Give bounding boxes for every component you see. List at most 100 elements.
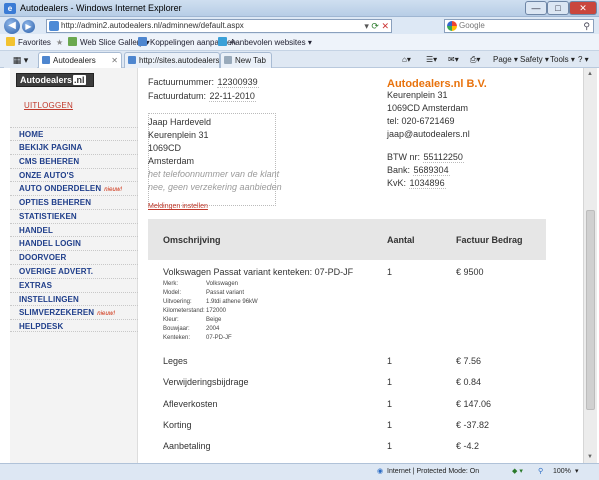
sidebar-item-statistieken[interactable]: STATISTIEKEN <box>10 209 138 221</box>
vehicle-amount: € 9500 <box>456 267 484 277</box>
mail-icon[interactable]: ✉▾ <box>448 51 459 68</box>
add-favorite-icon[interactable]: ★ <box>56 34 63 51</box>
logout-link[interactable]: UITLOGGEN <box>24 101 73 110</box>
line-amount: € -37.82 <box>456 420 490 430</box>
sidebar-item-extras[interactable]: EXTRAS <box>10 278 138 290</box>
column-quantity: Aantal <box>387 235 415 245</box>
stop-icon[interactable]: ✕ <box>381 21 389 31</box>
invoice-date-row: Factuurdatum: 22-11-2010 <box>148 91 256 102</box>
line-quantity: 1 <box>387 377 393 387</box>
search-placeholder: Google <box>459 21 485 30</box>
sidebar-item-bekijk-pagina[interactable]: BEKIJK PAGINA <box>10 140 138 152</box>
minimize-button[interactable]: — <box>525 1 547 15</box>
sidebar-item-home[interactable]: HOME <box>10 127 138 139</box>
column-description: Omschrijving <box>163 235 221 245</box>
favorites-button[interactable]: Favorites <box>6 34 51 51</box>
tab-sites[interactable]: http://sites.autodealers.nl/... <box>124 52 220 68</box>
company-registration: BTW nr: 55112250 Bank: 5689304 KvK: 1034… <box>387 152 464 189</box>
notifications-link[interactable]: Meldingen instellen <box>148 203 208 210</box>
sidebar-item-overige-advert[interactable]: OVERIGE ADVERT. <box>10 264 138 276</box>
close-button[interactable]: ✕ <box>569 1 597 15</box>
address-bar[interactable]: http://admin2.autodealers.nl/adminnew/de… <box>46 19 392 33</box>
line-quantity: 1 <box>387 441 393 451</box>
url-text: http://admin2.autodealers.nl/adminnew/de… <box>61 21 244 30</box>
quick-tabs-icon[interactable]: ▦ ▾ <box>4 52 37 68</box>
autodealers-logo[interactable]: Autodealers .nl <box>16 73 94 87</box>
help-menu[interactable]: ? ▾ <box>578 51 589 68</box>
company-email: jaap@autodealers.nl <box>387 129 470 139</box>
close-tab-icon[interactable]: ✕ <box>111 53 118 68</box>
page-menu[interactable]: Page ▾ <box>493 51 518 68</box>
vehicle-spec-values: Volkswagen Passat variant 1.9tdi athene … <box>206 281 258 341</box>
security-zone[interactable]: Internet | Protected Mode: On <box>387 464 479 480</box>
scrollbar-thumb[interactable] <box>586 210 595 410</box>
invoice-date[interactable]: 22-11-2010 <box>208 91 256 102</box>
scroll-up-icon[interactable]: ▲ <box>587 71 593 77</box>
scroll-down-icon[interactable]: ▼ <box>587 454 593 460</box>
sidebar-item-cms-beheren[interactable]: CMS BEHEREN <box>10 154 138 166</box>
sidebar-item-slimverzekeren[interactable]: SLIMVERZEKEREN nieuw! <box>10 305 138 317</box>
back-icon[interactable]: ◀ <box>4 18 20 34</box>
search-input[interactable]: Google ⚲ <box>444 19 594 33</box>
btw-number[interactable]: 55112250 <box>422 152 464 163</box>
sidebar-item-doorvoer[interactable]: DOORVOER <box>10 250 138 262</box>
sidebar-item-auto-onderdelen[interactable]: AUTO ONDERDELEN nieuw! <box>10 181 138 193</box>
customer-phone-placeholder[interactable]: het telefoonnummer van de klant <box>148 168 282 181</box>
print-icon[interactable]: ⎙▾ <box>470 51 480 68</box>
home-icon[interactable]: ⌂▾ <box>402 51 411 68</box>
line-amount: € 0.84 <box>456 377 482 387</box>
safety-menu[interactable]: Safety ▾ <box>520 51 549 68</box>
star-icon <box>6 37 15 46</box>
line-description: Afleverkosten <box>163 399 218 409</box>
invoice-table-header: Omschrijving Aantal Factuur Bedrag <box>148 219 546 260</box>
zoom-dropdown-icon[interactable]: ▾ <box>575 464 579 480</box>
search-icon[interactable]: ⚲ <box>583 20 590 32</box>
line-amount: € -4.2 <box>456 441 480 451</box>
google-icon <box>447 21 457 31</box>
vertical-scrollbar[interactable]: ▲ ▼ <box>583 68 597 463</box>
new-badge: nieuw! <box>104 187 123 193</box>
company-city: 1069CD Amsterdam <box>387 103 469 113</box>
fav-aanbevolen[interactable]: Aanbevolen websites ▾ <box>218 34 312 51</box>
bank-number[interactable]: 5689304 <box>412 165 450 176</box>
tab-favicon <box>128 56 136 64</box>
status-bar: ◉ Internet | Protected Mode: On ◆ ▾ ⚲ 10… <box>0 463 599 480</box>
company-street: Keurenplein 31 <box>387 90 448 100</box>
feeds-icon[interactable]: ☰▾ <box>426 51 437 68</box>
command-bar: ⌂▾ ☰▾ ✉▾ ⎙▾ Page ▾ Safety ▾ Tools ▾ ? ▾ <box>400 51 599 68</box>
invoice-number-row: Factuurnummer: 12300939 <box>148 77 259 88</box>
favorites-bar: Favorites ★ Web Slice Gallery ▾ Koppelin… <box>0 34 599 51</box>
page-icon <box>49 21 59 31</box>
line-description: Leges <box>163 356 188 366</box>
sidebar-item-opties-beheren[interactable]: OPTIES BEHEREN <box>10 195 138 207</box>
tab-new[interactable]: New Tab <box>220 52 272 68</box>
customer-postcode: 1069CD <box>148 143 182 153</box>
sidebar-item-onze-autos[interactable]: ONZE AUTO'S <box>10 168 138 180</box>
line-amount: € 147.06 <box>456 399 492 409</box>
zoom-level[interactable]: 100% <box>553 464 571 480</box>
globe-icon: ◉ <box>377 468 384 475</box>
line-description: Aanbetaling <box>163 441 211 451</box>
maximize-button[interactable]: □ <box>547 1 569 15</box>
window-title: Autodealers - Windows Internet Explorer <box>20 3 182 13</box>
forward-icon[interactable]: ▶ <box>22 20 35 33</box>
sidebar-item-handel[interactable]: HANDEL <box>10 223 138 235</box>
kvk-number[interactable]: 1034896 <box>408 178 446 189</box>
sidebar-item-handel-login[interactable]: HANDEL LOGIN <box>10 236 138 248</box>
tab-autodealers[interactable]: Autodealers ✕ <box>38 52 122 68</box>
customer-name: Jaap Hardeveld <box>148 117 212 127</box>
tools-menu[interactable]: Tools ▾ <box>550 51 575 68</box>
line-amount: € 7.56 <box>456 356 482 366</box>
refresh-icon[interactable]: ⟳ <box>371 21 379 31</box>
customer-insurance-placeholder[interactable]: nee, geen verzekering aanbieden <box>148 181 282 194</box>
customer-street: Keurenplein 31 <box>148 130 209 140</box>
line-quantity: 1 <box>387 399 393 409</box>
dropdown-icon[interactable]: ▾ <box>364 21 369 31</box>
web-slice-icon <box>68 37 77 46</box>
new-tab-icon <box>224 56 232 64</box>
sidebar-item-instellingen[interactable]: INSTELLINGEN <box>10 292 138 304</box>
sidebar-item-helpdesk[interactable]: HELPDESK <box>10 319 138 332</box>
invoice-number[interactable]: 12300939 <box>216 77 259 88</box>
company-tel: tel: 020-6721469 <box>387 116 455 126</box>
company-block: Keurenplein 31 1069CD Amsterdam tel: 020… <box>387 89 470 141</box>
